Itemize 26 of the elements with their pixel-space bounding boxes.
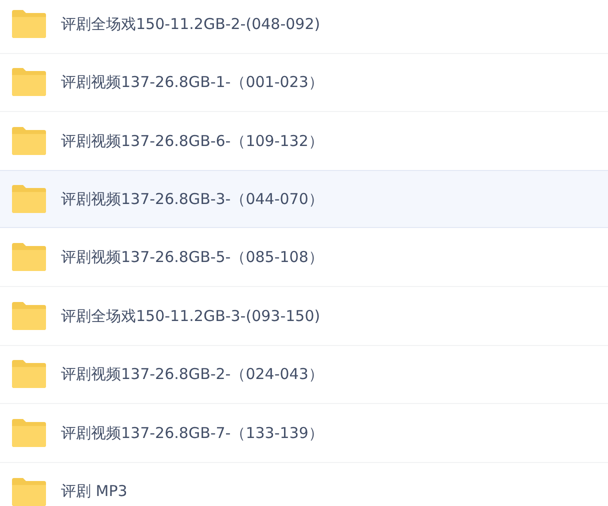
- folder-name: 评剧视频137-26.8GB-1-（001-023）: [61, 72, 324, 94]
- folder-name: 评剧视频137-26.8GB-7-（133-139）: [61, 422, 324, 444]
- folder-name: 评剧视频137-26.8GB-3-（044-070）: [61, 188, 324, 210]
- folder-icon: [12, 243, 46, 272]
- folder-row[interactable]: 评剧 MP3: [0, 462, 608, 506]
- folder-row[interactable]: 评剧视频137-26.8GB-1-（001-023）: [0, 54, 608, 112]
- folder-icon: [12, 418, 46, 447]
- folder-name: 评剧视频137-26.8GB-2-（024-043）: [61, 364, 324, 386]
- folder-name: 评剧全场戏150-11.2GB-2-(048-092): [61, 14, 320, 35]
- folder-row[interactable]: 评剧全场戏150-11.2GB-3-(093-150): [0, 286, 608, 346]
- folder-name: 评剧视频137-26.8GB-5-（085-108）: [61, 246, 324, 268]
- folder-icon: [12, 360, 46, 388]
- folder-icon: [12, 68, 46, 96]
- folder-icon: [12, 10, 46, 38]
- folder-name: 评剧 MP3: [61, 481, 128, 502]
- folder-row[interactable]: 评剧视频137-26.8GB-5-（085-108）: [0, 228, 608, 287]
- folder-row[interactable]: 评剧视频137-26.8GB-3-（044-070）: [0, 170, 608, 228]
- folder-icon: [12, 302, 46, 330]
- folder-name: 评剧视频137-26.8GB-6-（109-132）: [61, 130, 324, 152]
- folder-icon: [12, 478, 46, 506]
- folder-name: 评剧全场戏150-11.2GB-3-(093-150): [61, 306, 320, 327]
- folder-row[interactable]: 评剧视频137-26.8GB-7-（133-139）: [0, 404, 608, 463]
- folder-icon: [12, 126, 46, 155]
- folder-row[interactable]: 评剧全场戏150-11.2GB-2-(048-092): [0, 0, 608, 54]
- folder-icon: [12, 185, 46, 214]
- folder-row[interactable]: 评剧视频137-26.8GB-2-（024-043）: [0, 346, 608, 404]
